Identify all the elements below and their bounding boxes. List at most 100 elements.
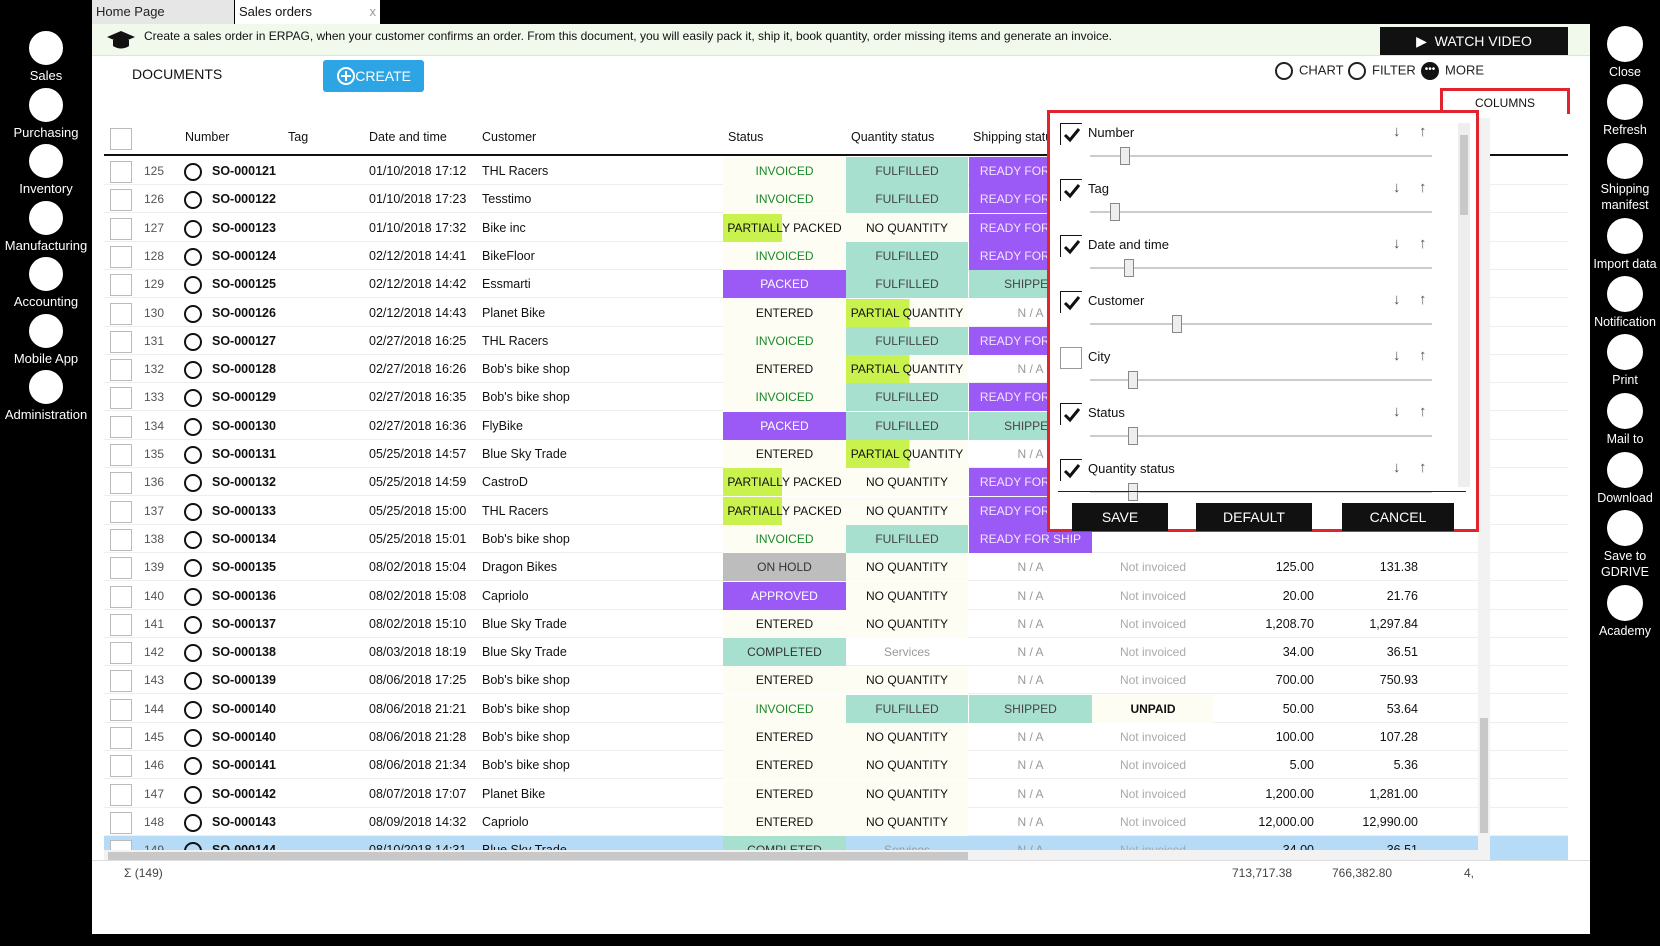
table-row[interactable]: 144 SO-000140 08/06/2018 21:21 Bob's bike s… bbox=[104, 694, 1568, 723]
column-checkbox[interactable] bbox=[1060, 347, 1082, 369]
table-row[interactable]: 145 SO-000140 08/06/2018 21:28 Bob's bike s… bbox=[104, 723, 1568, 751]
open-arrow-icon[interactable] bbox=[184, 417, 202, 436]
table-row[interactable]: 143 SO-000139 08/06/2018 17:25 Bob's bike s… bbox=[104, 666, 1568, 695]
table-row[interactable]: 142 SO-000138 08/03/2018 18:19 Blue Sky Tra… bbox=[104, 638, 1568, 667]
default-button[interactable]: DEFAULT bbox=[1196, 503, 1312, 531]
table-row[interactable]: 140 SO-000136 08/02/2018 15:08 Capriolo APPR… bbox=[104, 581, 1568, 610]
nav-item-inventory[interactable]: Inventory bbox=[0, 144, 92, 196]
column-checkbox[interactable] bbox=[1060, 291, 1083, 314]
side-action-academy[interactable]: Academy bbox=[1590, 585, 1660, 639]
move-down-icon[interactable]: ↓ bbox=[1393, 459, 1401, 476]
row-checkbox[interactable] bbox=[110, 330, 132, 353]
horizontal-scroll-thumb[interactable] bbox=[108, 852, 968, 860]
column-width-handle[interactable] bbox=[1128, 427, 1138, 445]
open-arrow-icon[interactable] bbox=[184, 446, 202, 464]
move-up-icon[interactable]: ↑ bbox=[1419, 179, 1427, 196]
column-width-handle[interactable] bbox=[1172, 315, 1182, 333]
column-header-tag[interactable]: Tag bbox=[288, 130, 308, 144]
move-up-icon[interactable]: ↑ bbox=[1419, 459, 1427, 476]
row-checkbox[interactable] bbox=[110, 557, 132, 580]
row-checkbox[interactable] bbox=[110, 274, 132, 297]
order-number[interactable]: SO-000123 bbox=[212, 214, 276, 242]
order-number[interactable]: SO-000140 bbox=[212, 695, 276, 723]
side-action-close[interactable]: Close bbox=[1590, 26, 1660, 80]
watch-video-button[interactable]: ▶ WATCH VIDEO bbox=[1380, 27, 1568, 55]
column-width-slider[interactable] bbox=[1090, 211, 1432, 213]
nav-item-purchasing[interactable]: Purchasing bbox=[0, 87, 92, 140]
order-number[interactable]: SO-000134 bbox=[212, 525, 276, 553]
side-action-mail-to[interactable]: Mail to bbox=[1590, 393, 1660, 447]
order-number[interactable]: SO-000136 bbox=[212, 582, 276, 610]
table-row[interactable]: 147 SO-000142 08/07/2018 17:07 Planet Bike E… bbox=[104, 779, 1568, 808]
order-number[interactable]: SO-000141 bbox=[212, 751, 276, 779]
order-number[interactable]: SO-000137 bbox=[212, 610, 276, 638]
vertical-scrollbar[interactable] bbox=[1478, 118, 1490, 866]
open-arrow-icon[interactable] bbox=[184, 785, 202, 804]
side-action-download[interactable]: Download bbox=[1590, 452, 1660, 506]
order-number[interactable]: SO-000121 bbox=[212, 157, 276, 185]
order-number[interactable]: SO-000125 bbox=[212, 270, 276, 298]
move-up-icon[interactable]: ↑ bbox=[1419, 291, 1427, 308]
create-button[interactable]: CREATE bbox=[323, 60, 424, 92]
column-width-slider[interactable] bbox=[1090, 435, 1432, 437]
open-arrow-icon[interactable] bbox=[184, 502, 202, 521]
nav-item-accounting[interactable]: Accounting bbox=[0, 257, 92, 309]
order-number[interactable]: SO-000127 bbox=[212, 327, 276, 355]
side-action-import-data[interactable]: Import data bbox=[1590, 218, 1660, 272]
table-row[interactable]: 148 SO-000143 08/09/2018 14:32 Capriolo ENTE… bbox=[104, 807, 1568, 836]
vertical-scroll-thumb[interactable] bbox=[1480, 718, 1488, 833]
row-checkbox[interactable] bbox=[110, 302, 132, 325]
open-arrow-icon[interactable] bbox=[184, 559, 202, 578]
column-checkbox[interactable] bbox=[1060, 235, 1083, 258]
open-arrow-icon[interactable] bbox=[184, 389, 202, 408]
nav-item-sales[interactable]: Sales bbox=[0, 31, 92, 83]
column-width-slider[interactable] bbox=[1090, 379, 1432, 381]
table-row[interactable]: 139 SO-000135 08/02/2018 15:04 Dragon Bikes… bbox=[104, 553, 1568, 582]
order-number[interactable]: SO-000122 bbox=[212, 185, 276, 213]
open-arrow-icon[interactable] bbox=[184, 587, 202, 606]
open-arrow-icon[interactable] bbox=[184, 191, 202, 210]
row-checkbox[interactable] bbox=[110, 359, 132, 382]
order-number[interactable]: SO-000140 bbox=[212, 723, 276, 751]
row-checkbox[interactable] bbox=[110, 642, 132, 665]
row-checkbox[interactable] bbox=[110, 245, 132, 268]
row-checkbox[interactable] bbox=[110, 387, 132, 410]
column-width-slider[interactable] bbox=[1090, 267, 1432, 269]
save-button[interactable]: SAVE bbox=[1072, 503, 1168, 531]
order-number[interactable]: SO-000129 bbox=[212, 383, 276, 411]
tab-close-icon[interactable]: x bbox=[370, 0, 377, 24]
row-checkbox[interactable] bbox=[110, 783, 132, 806]
row-checkbox[interactable] bbox=[110, 585, 132, 608]
column-header-quantity-status[interactable]: Quantity status bbox=[851, 130, 934, 144]
open-arrow-icon[interactable] bbox=[184, 304, 202, 323]
row-checkbox[interactable] bbox=[110, 755, 132, 778]
row-checkbox[interactable] bbox=[110, 217, 132, 240]
order-number[interactable]: SO-000130 bbox=[212, 412, 276, 440]
order-number[interactable]: SO-000124 bbox=[212, 242, 276, 270]
row-checkbox[interactable] bbox=[110, 444, 132, 466]
table-row[interactable]: 146 SO-000141 08/06/2018 21:34 Bob's bike s… bbox=[104, 751, 1568, 780]
column-checkbox[interactable] bbox=[1060, 123, 1083, 146]
move-down-icon[interactable]: ↓ bbox=[1393, 291, 1401, 308]
open-arrow-icon[interactable] bbox=[184, 332, 202, 351]
side-action-notification[interactable]: Notification bbox=[1590, 276, 1660, 330]
row-checkbox[interactable] bbox=[110, 613, 132, 636]
row-checkbox[interactable] bbox=[110, 528, 132, 551]
open-arrow-icon[interactable] bbox=[184, 247, 202, 266]
move-up-icon[interactable]: ↑ bbox=[1419, 403, 1427, 420]
open-arrow-icon[interactable] bbox=[184, 163, 202, 181]
row-checkbox[interactable] bbox=[110, 161, 132, 183]
nav-item-mobile-app[interactable]: Mobile App bbox=[0, 313, 92, 366]
row-checkbox[interactable] bbox=[110, 670, 132, 693]
column-header-customer[interactable]: Customer bbox=[482, 130, 536, 144]
open-arrow-icon[interactable] bbox=[184, 361, 202, 380]
columns-scroll-thumb[interactable] bbox=[1460, 135, 1468, 215]
order-number[interactable]: SO-000138 bbox=[212, 638, 276, 666]
order-number[interactable]: SO-000142 bbox=[212, 780, 276, 808]
move-down-icon[interactable]: ↓ bbox=[1393, 179, 1401, 196]
select-all-checkbox[interactable] bbox=[110, 128, 132, 150]
side-action-shipping-manifest[interactable]: Shipping manifest bbox=[1590, 143, 1660, 213]
table-row[interactable]: 141 SO-000137 08/02/2018 15:10 Blue Sky Tra… bbox=[104, 609, 1568, 638]
order-number[interactable]: SO-000132 bbox=[212, 468, 276, 496]
row-checkbox[interactable] bbox=[110, 189, 132, 212]
